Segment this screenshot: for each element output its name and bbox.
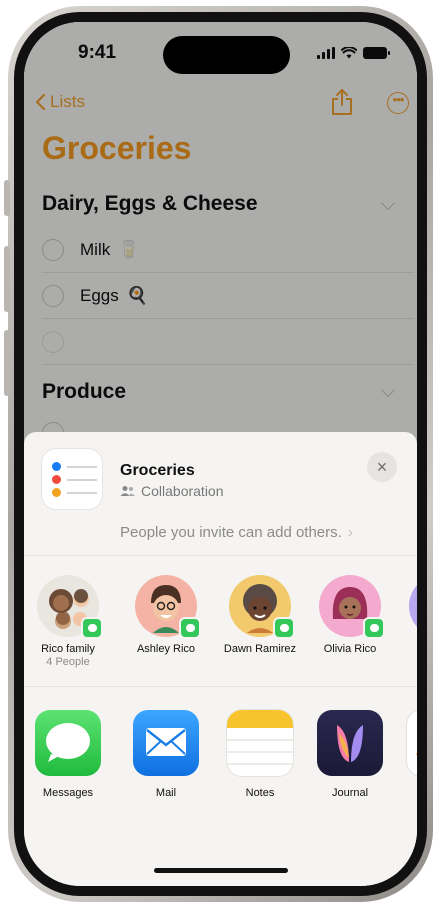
app-notes[interactable]: Notes	[220, 710, 300, 799]
app-label: Mail	[155, 787, 177, 799]
share-mode-label: Collaboration	[141, 483, 224, 499]
volume-up-button	[4, 246, 10, 312]
invite-permissions-link[interactable]: People you invite can add others. ›	[120, 524, 353, 541]
people-icon	[120, 486, 135, 496]
action-button	[4, 180, 10, 216]
person-name: Ashley Rico	[136, 643, 196, 655]
app-partial[interactable]: Fr	[400, 710, 417, 799]
share-sheet-header: Groceries Collaboration × People you inv…	[24, 432, 417, 556]
journal-app-icon	[317, 710, 383, 776]
freeform-app-icon	[407, 710, 417, 776]
person-ashley-rico[interactable]: Ashley Rico	[126, 575, 206, 656]
app-label: Journal	[331, 787, 369, 799]
close-button[interactable]: ×	[367, 452, 397, 482]
mail-app-icon	[133, 710, 199, 776]
avatar	[319, 575, 385, 639]
person-rico-family[interactable]: Rico family 4 People	[28, 575, 108, 669]
share-apps-row: Messages Mail Notes Journal	[24, 710, 417, 820]
share-mode[interactable]: Collaboration	[120, 483, 224, 499]
avatar	[409, 575, 417, 637]
app-mail[interactable]: Mail	[126, 710, 206, 799]
person-olivia-rico[interactable]: Olivia Rico	[310, 575, 390, 656]
person-count: 4 People	[46, 656, 90, 668]
volume-down-button	[4, 330, 10, 396]
app-label: Fr	[400, 787, 417, 799]
group-avatar	[37, 575, 103, 639]
share-title: Groceries	[120, 462, 195, 479]
person-name: Dawn Ramirez	[223, 643, 297, 655]
messages-badge-icon	[81, 617, 103, 639]
invite-permissions-text: People you invite can add others.	[120, 524, 342, 541]
app-messages[interactable]: Messages	[28, 710, 108, 799]
chevron-right-icon: ›	[347, 524, 353, 541]
reminders-list-thumbnail	[42, 449, 102, 509]
notes-app-icon	[227, 710, 293, 776]
messages-badge-icon	[273, 617, 295, 639]
messages-badge-icon	[363, 617, 385, 639]
person-name: Rico family	[41, 643, 95, 655]
share-sheet: Groceries Collaboration × People you inv…	[24, 432, 417, 886]
phone-screen: 9:41 Lists ••• Groceries Dairy, Eggs & C…	[24, 22, 417, 886]
person-dawn-ramirez[interactable]: Dawn Ramirez	[220, 575, 300, 656]
app-label: Messages	[42, 787, 94, 799]
home-indicator[interactable]	[154, 868, 288, 873]
avatar	[135, 575, 201, 639]
app-label: Notes	[245, 787, 275, 799]
messages-app-icon	[35, 710, 101, 776]
avatar	[229, 575, 295, 639]
person-name: Olivia Rico	[323, 643, 377, 655]
messages-badge-icon	[179, 617, 201, 639]
people-suggestions: Rico family 4 People Ashley Rico Dawn Ra…	[24, 557, 417, 687]
app-journal[interactable]: Journal	[310, 710, 390, 799]
person-partial[interactable]	[400, 575, 417, 637]
